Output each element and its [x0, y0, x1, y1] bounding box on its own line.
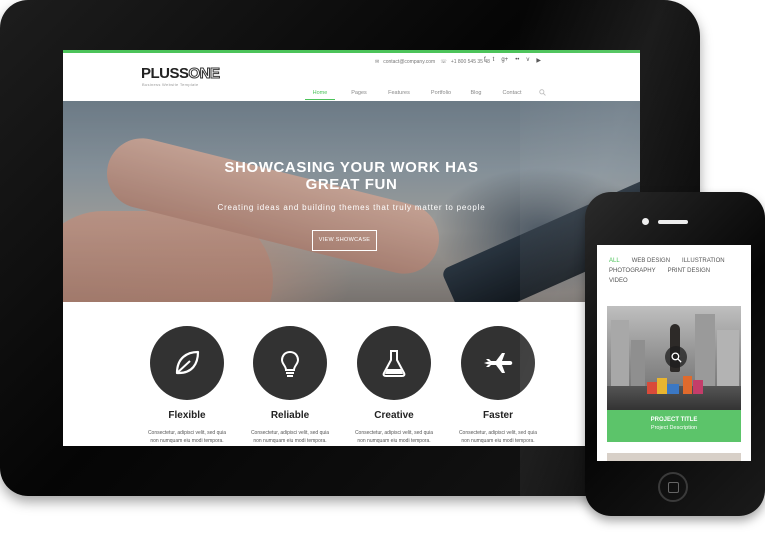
airplane-icon[interactable]: [461, 326, 535, 400]
leaf-icon[interactable]: [150, 326, 224, 400]
color-box: [693, 380, 703, 394]
features-section: Flexible Consectetur, adipisci velit, se…: [63, 302, 640, 446]
nav-contact[interactable]: Contact: [499, 90, 525, 100]
youtube-icon[interactable]: ▶: [536, 57, 541, 64]
flask-icon[interactable]: [357, 326, 431, 400]
hero-title: SHOWCASING YOUR WORK HAS GREAT FUN: [63, 159, 640, 193]
nav-pages[interactable]: Pages: [348, 90, 370, 100]
lightbulb-icon[interactable]: [253, 326, 327, 400]
nav-portfolio[interactable]: Portfolio: [427, 90, 455, 100]
speaker-grille: [658, 220, 688, 224]
feature-text-line1: Consectetur, adipisci velit, sed quia: [458, 430, 538, 436]
tablet-screen: PLUSSONE Business Website Template ✉ cont…: [63, 50, 640, 446]
mail-icon: ✉: [375, 59, 380, 65]
view-showcase-button[interactable]: VIEW SHOWCASE: [312, 230, 377, 251]
color-box: [657, 378, 667, 394]
color-box: [667, 384, 679, 394]
feature-text-line1: Consectetur, adipisci velit, sed quia: [147, 430, 227, 436]
building-shape: [611, 320, 629, 390]
feature-text: Consectetur, adipisci velit, sed quia no…: [230, 429, 350, 445]
next-project-thumbnail[interactable]: [607, 453, 741, 461]
phone-device: ALL WEB DESIGN ILLUSTRATION PHOTOGRAPHY PRI…: [585, 192, 765, 516]
feature-title: Flexible: [168, 410, 206, 421]
phone-screen: ALL WEB DESIGN ILLUSTRATION PHOTOGRAPHY PRI…: [597, 245, 751, 461]
color-box: [647, 382, 657, 394]
phone-icon: ☏: [440, 59, 447, 65]
feature-text-line1: Consectetur, adipisci velit, sed quia: [250, 430, 330, 436]
nav-features[interactable]: Features: [385, 90, 413, 100]
feature-text: Consectetur, adipisci velit, sed quia no…: [127, 429, 247, 445]
hero-subtitle: Creating ideas and building themes that …: [217, 203, 486, 212]
project-caption[interactable]: PROJECT TITLE Project Description: [607, 410, 741, 442]
zoom-icon[interactable]: [665, 346, 687, 368]
nav-home[interactable]: Home: [305, 90, 335, 100]
twitter-icon[interactable]: t: [493, 57, 495, 64]
flickr-icon[interactable]: ••: [515, 57, 519, 64]
site-header: PLUSSONE Business Website Template ✉ cont…: [63, 53, 640, 101]
hero-title-line1: SHOWCASING YOUR WORK HAS: [224, 159, 479, 176]
project-description: Project Description: [650, 425, 698, 431]
feature-text-line1: Consectetur, adipisci velit, sed quia: [354, 430, 434, 436]
logo-tagline: Business Website Template: [142, 82, 199, 87]
site-logo[interactable]: PLUSSONE: [141, 65, 221, 83]
filter-print-design[interactable]: PRINT DESIGN: [668, 266, 711, 276]
feature-text-line2: non numquam eiu modi tempora.: [253, 438, 327, 444]
hero-title-line2: GREAT FUN: [305, 176, 398, 193]
feature-title: Creative: [374, 410, 414, 421]
feature-flexible: Flexible Consectetur, adipisci velit, se…: [127, 326, 247, 445]
hero-overlay: [63, 101, 640, 302]
home-button[interactable]: [658, 472, 688, 502]
logo-part1: PLUSS: [141, 65, 189, 82]
color-box: [683, 376, 692, 394]
main-nav: Home Pages Features Portfolio Blog Conta…: [305, 90, 525, 100]
feature-text: Consectetur, adipisci velit, sed quia no…: [438, 429, 558, 445]
feature-reliable: Reliable Consectetur, adipisci velit, se…: [230, 326, 350, 445]
portfolio-filters: ALL WEB DESIGN ILLUSTRATION PHOTOGRAPHY PRI…: [609, 256, 749, 286]
feature-text: Consectetur, adipisci velit, sed quia no…: [334, 429, 454, 445]
building-shape: [695, 314, 715, 390]
feature-text-line2: non numquam eiu modi tempora.: [461, 438, 535, 444]
logo-part2: ONE: [188, 65, 221, 83]
search-icon[interactable]: [539, 89, 546, 98]
contact-info: ✉ contact@company.com ☏ +1 800 545 35 48: [375, 59, 494, 65]
contact-email[interactable]: contact@company.com: [383, 59, 435, 65]
feature-title: Faster: [482, 410, 513, 421]
feature-text-line2: non numquam eiu modi tempora.: [357, 438, 431, 444]
feature-faster: Faster Consectetur, adipisci velit, sed …: [438, 326, 558, 445]
hero-banner: SHOWCASING YOUR WORK HAS GREAT FUN Creat…: [63, 101, 640, 302]
feature-creative: Creative Consectetur, adipisci velit, se…: [334, 326, 454, 445]
filter-all[interactable]: ALL: [609, 256, 620, 266]
nav-blog[interactable]: Blog: [467, 90, 485, 100]
project-thumbnail[interactable]: [607, 306, 741, 410]
project-title: PROJECT TITLE: [650, 417, 698, 423]
social-icons: f t g+ •• v ▶: [484, 57, 541, 64]
filter-illustration[interactable]: ILLUSTRATION: [682, 256, 725, 266]
vimeo-icon[interactable]: v: [526, 57, 529, 64]
filter-video[interactable]: VIDEO: [609, 276, 628, 286]
feature-text-line2: non numquam eiu modi tempora.: [150, 438, 224, 444]
feature-title: Reliable: [270, 410, 310, 421]
filter-web-design[interactable]: WEB DESIGN: [632, 256, 670, 266]
building-shape: [631, 340, 645, 390]
facebook-icon[interactable]: f: [484, 57, 486, 64]
camera-icon: [642, 218, 649, 225]
building-shape: [717, 330, 739, 390]
google-plus-icon[interactable]: g+: [501, 57, 508, 64]
filter-photography[interactable]: PHOTOGRAPHY: [609, 266, 656, 276]
